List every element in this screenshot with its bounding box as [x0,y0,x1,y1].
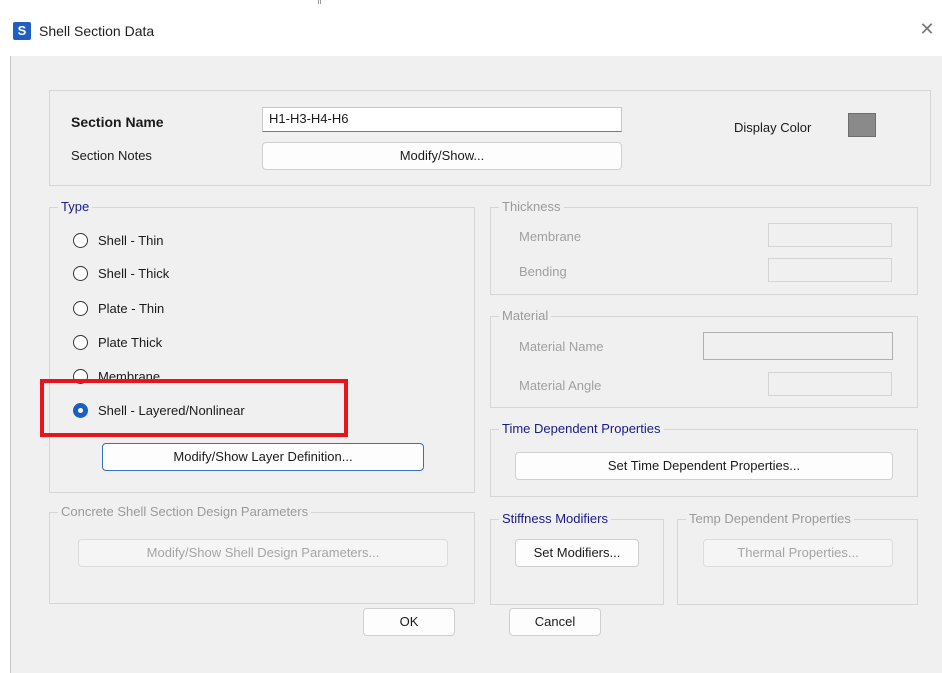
concrete-design-group-title: Concrete Shell Section Design Parameters [58,504,312,520]
time-dependent-group-title: Time Dependent Properties [499,421,664,437]
section-name-label: Section Name [71,114,164,130]
stiffness-modifiers-group-title: Stiffness Modifiers [499,511,611,527]
bending-label: Bending [519,264,567,279]
window-title: Shell Section Data [39,23,155,39]
radio-shell-thin[interactable] [73,233,88,248]
cancel-button[interactable]: Cancel [509,608,601,636]
radio-shell-thin-label: Shell - Thin [98,233,164,248]
section-info-group: Section Name H1-H3-H4-H6 Section Notes M… [49,90,931,186]
type-group: Type Shell - Thin Shell - Thick Plate - … [49,199,475,493]
material-name-label: Material Name [519,339,604,354]
display-color-swatch[interactable] [848,113,876,137]
ok-button[interactable]: OK [363,608,455,636]
modify-shell-design-button[interactable]: Modify/Show Shell Design Parameters... [78,539,448,567]
type-group-title: Type [58,199,93,215]
radio-plate-thick[interactable] [73,335,88,350]
radio-shell-thick-label: Shell - Thick [98,266,170,281]
material-group-title: Material [499,308,552,324]
temp-dependent-group: Temp Dependent Properties Thermal Proper… [677,511,918,605]
app-icon: S [13,22,31,40]
radio-plate-thin[interactable] [73,301,88,316]
display-color-label: Display Color [734,120,812,135]
set-time-dependent-button[interactable]: Set Time Dependent Properties... [515,452,893,480]
bending-field[interactable] [768,258,892,282]
radio-shell-thick[interactable] [73,266,88,281]
close-icon[interactable]: ✕ [918,20,936,38]
membrane-field[interactable] [768,223,892,247]
stiffness-modifiers-group: Stiffness Modifiers Set Modifiers... [490,511,664,605]
section-notes-button[interactable]: Modify/Show... [262,142,622,170]
highlight-box [40,379,348,437]
material-angle-label: Material Angle [519,378,602,393]
material-group: Material Material Name Material Angle [490,308,918,408]
section-notes-label: Section Notes [71,148,152,163]
time-dependent-group: Time Dependent Properties Set Time Depen… [490,421,918,497]
thickness-group-title: Thickness [499,199,564,215]
title-bar: S Shell Section Data ✕ [0,0,942,56]
section-name-field[interactable]: H1-H3-H4-H6 [262,107,622,132]
dialog-client: Section Name H1-H3-H4-H6 Section Notes M… [10,56,942,673]
concrete-design-group: Concrete Shell Section Design Parameters… [49,504,475,604]
radio-plate-thick-label: Plate Thick [98,335,163,350]
material-name-field[interactable] [703,332,893,360]
membrane-label: Membrane [519,229,582,244]
modify-layer-definition-button[interactable]: Modify/Show Layer Definition... [102,443,424,471]
set-modifiers-button[interactable]: Set Modifiers... [515,539,639,567]
thermal-properties-button[interactable]: Thermal Properties... [703,539,893,567]
top-edge-mark [318,0,321,4]
thickness-group: Thickness Membrane Bending [490,199,918,295]
temp-dependent-group-title: Temp Dependent Properties [686,511,854,527]
material-angle-field[interactable] [768,372,892,396]
radio-plate-thin-label: Plate - Thin [98,301,165,316]
